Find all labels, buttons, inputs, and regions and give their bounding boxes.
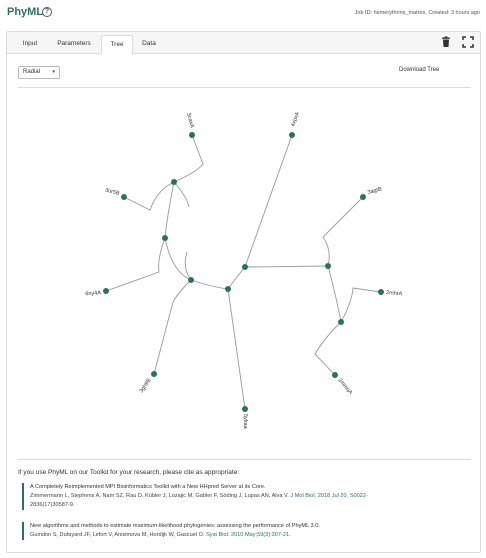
leaf-label: 2mmqA [336,377,353,396]
citation-extra: 2836(17)30587-9. [30,502,75,508]
internal-node [242,264,248,270]
leaf-label: 3gh9B [139,377,153,394]
app-title: PhyML [7,6,44,18]
internal-node [325,263,331,269]
leaf-label: 3ur5B [104,187,120,197]
citation-item: A Completely Reimplemented MPI Bioinform… [22,483,462,510]
leaf-label: 2mhrA [386,290,403,297]
internal-node [162,235,168,241]
tree-branches [105,134,382,410]
internal-node [171,179,177,185]
leaf-node [332,372,338,378]
help-icon[interactable]: ? [42,7,52,17]
leaf-node [189,132,195,138]
results-panel: Input Parameters Tree Data Radial ▾ Down… [6,31,481,553]
leaf-node [151,371,157,377]
leaf-node [121,194,127,200]
tree-nodes [103,132,384,412]
citation-title: A Completely Reimplemented MPI Bioinform… [30,484,266,490]
internal-node [338,319,344,325]
leaf-label: 4xpxA [290,111,301,128]
citation-authors: Zimmermann L, Stephens A, Nam SZ, Rau D,… [30,493,289,499]
job-info: Job ID: hemerythrins_matrex, Created: 3 … [354,10,480,16]
leaf-label: 6ny4A [85,290,101,297]
leaf-node [103,288,109,294]
citation-authors: Guindon S, Dufayard JF, Lefort V, Anisim… [30,532,205,538]
leaf-label: 3caxA [185,112,195,129]
leaf-node [242,406,248,412]
leaf-label: 5ykaa [242,414,248,430]
internal-node [225,286,231,292]
internal-node [188,277,194,283]
leaf-labels: 3caxA 4xpxA 3ur5B 3agtB 6ny4A 2mhrA 3gh9… [85,111,403,430]
citation-authors-line: Guindon S, Dufayard JF, Lefort V, Anisim… [30,531,462,540]
leaf-node [360,194,366,200]
citation-title: New algorithms and methods to estimate m… [30,523,320,529]
citation-authors-line: Zimmermann L, Stephens A, Nam SZ, Rau D,… [30,492,462,501]
phylogenetic-tree: 3caxA 4xpxA 3ur5B 3agtB 6ny4A 2mhrA 3gh9… [85,111,403,430]
citation-intro: If you use PhyML on our Toolkit for your… [18,469,240,476]
citation-journal-link[interactable]: J Mol Biol. 2018 Jul 20. S0022- [290,493,367,499]
citation-item: New algorithms and methods to estimate m… [22,522,462,540]
app-header: PhyML ? Job ID: hemerythrins_matrex, Cre… [0,0,486,28]
leaf-label: 3agtB [367,186,383,196]
leaf-node [289,132,295,138]
citation-journal-link[interactable]: Syst Biol. 2010 May;59(3):307-21. [206,532,291,538]
leaf-node [378,289,384,295]
